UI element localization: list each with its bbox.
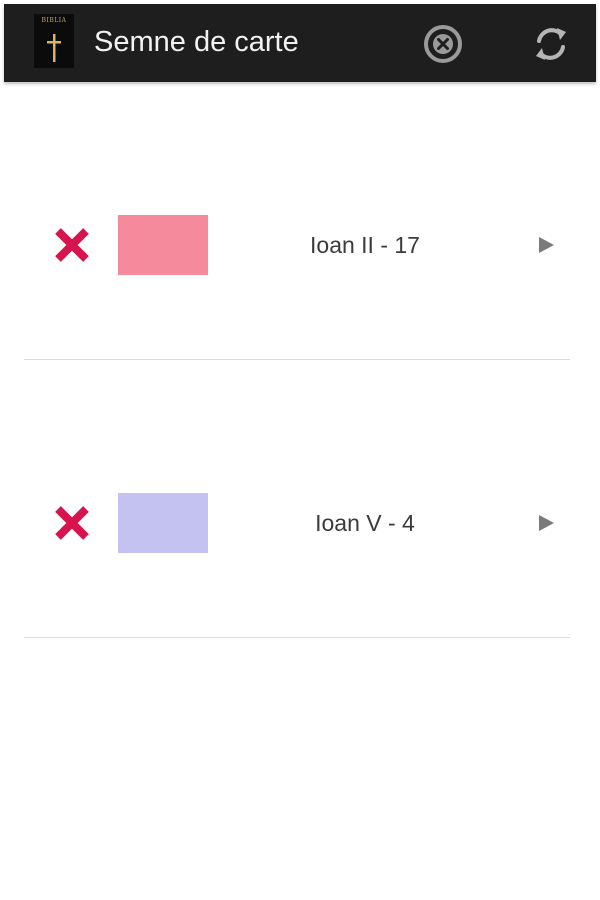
logo-label: BIBLIA	[41, 17, 67, 24]
action-bar: BIBLIA Semne de carte	[4, 4, 596, 82]
app-logo[interactable]: BIBLIA	[34, 14, 74, 68]
bookmark-row[interactable]: Ioan V - 4	[0, 360, 600, 638]
delete-bookmark-button[interactable]	[50, 223, 94, 267]
clear-all-button[interactable]	[420, 21, 466, 67]
delete-bookmark-button[interactable]	[50, 501, 94, 545]
bookmarks-screen: BIBLIA Semne de carte Ioan II - 17 Ioan …	[0, 0, 600, 900]
bookmark-reference[interactable]: Ioan V - 4	[230, 510, 500, 537]
play-arrow-icon	[539, 515, 554, 531]
refresh-icon	[536, 28, 566, 60]
bookmark-color-swatch	[118, 215, 208, 275]
delete-x-icon	[55, 228, 89, 262]
bookmark-reference[interactable]: Ioan II - 17	[230, 232, 500, 259]
row-divider	[24, 637, 570, 638]
cross-icon	[47, 34, 61, 62]
open-bookmark-button[interactable]	[530, 229, 562, 261]
open-bookmark-button[interactable]	[530, 507, 562, 539]
delete-x-icon	[55, 506, 89, 540]
page-title: Semne de carte	[94, 26, 299, 58]
bookmark-color-swatch	[118, 493, 208, 553]
play-arrow-icon	[539, 237, 554, 253]
bookmark-row[interactable]: Ioan II - 17	[0, 82, 600, 360]
refresh-button[interactable]	[528, 21, 574, 67]
bookmark-list: Ioan II - 17 Ioan V - 4	[0, 82, 600, 638]
clear-circle-icon	[424, 25, 462, 63]
